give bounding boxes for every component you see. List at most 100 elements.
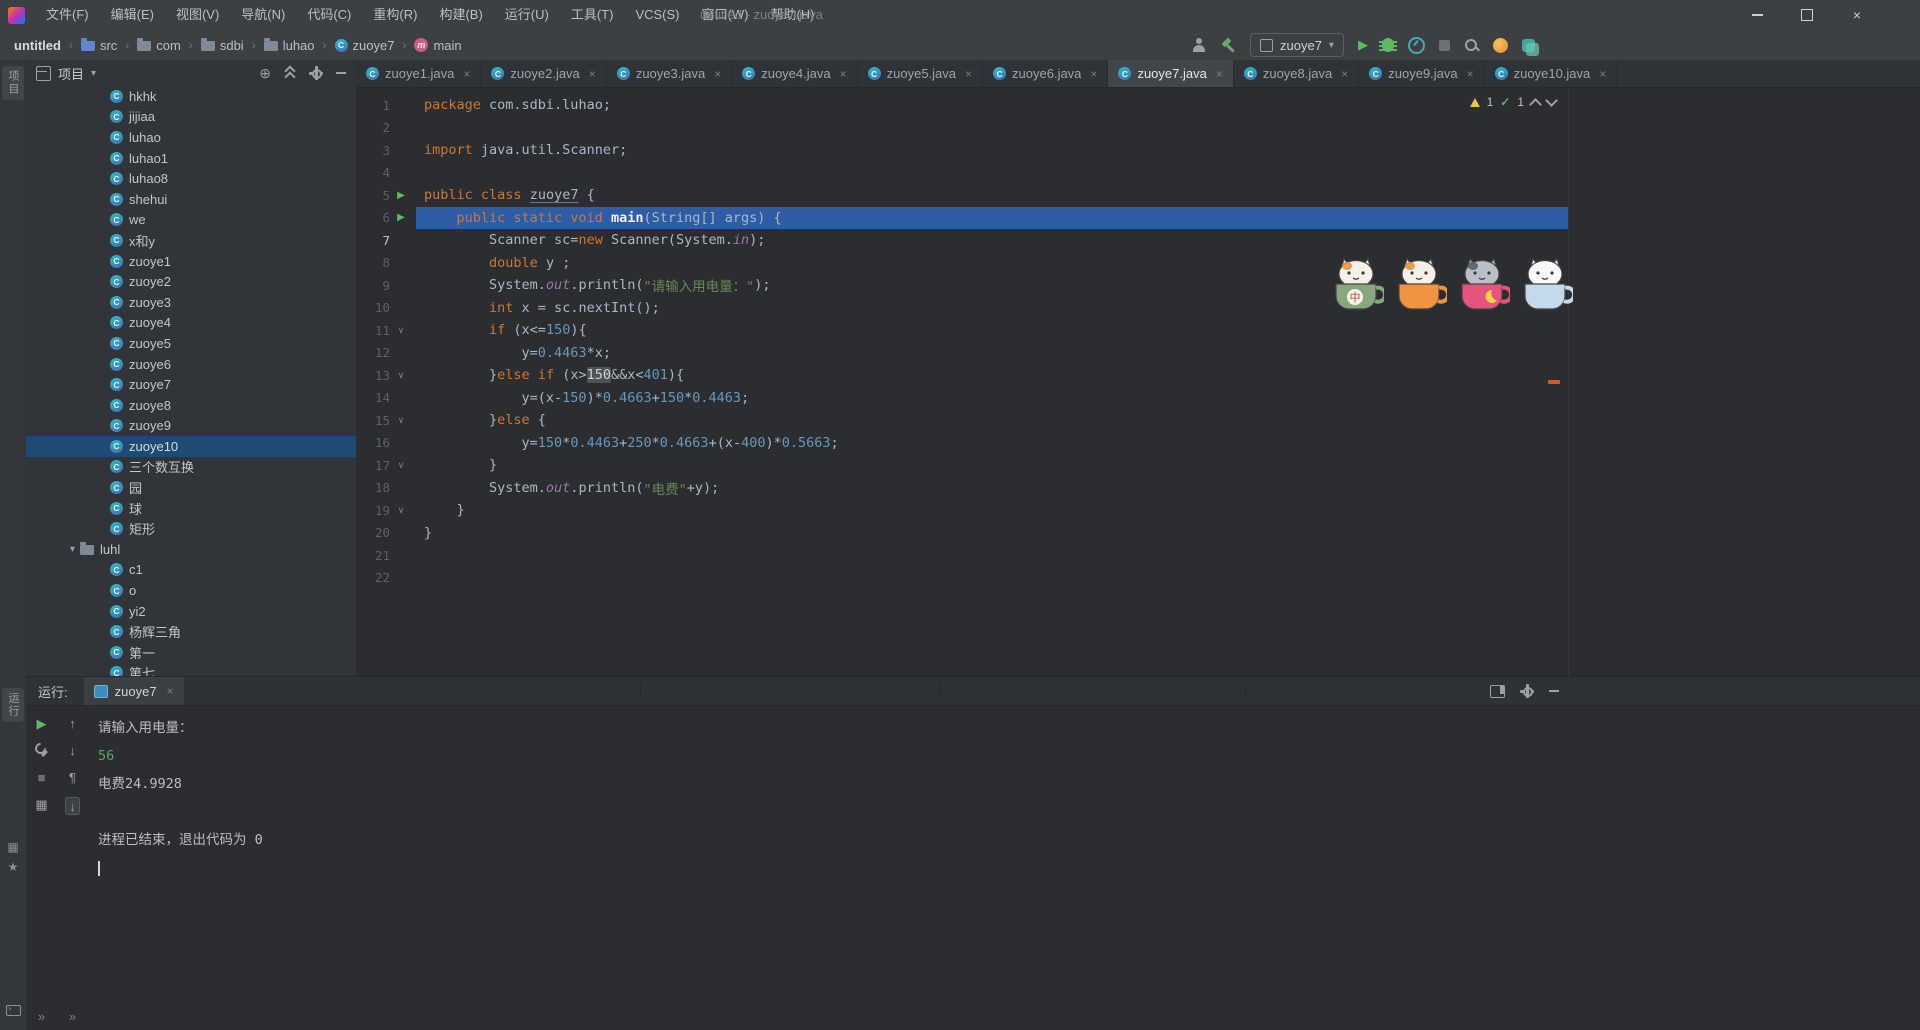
breadcrumb-item-luhao[interactable]: luhao [262, 38, 317, 53]
tree-item-x和y[interactable]: Cx和y [26, 230, 356, 251]
tab-zuoye8.java[interactable]: Czuoye8.java × [1234, 60, 1360, 87]
fold-icon[interactable]: ∨ [390, 460, 412, 471]
menu-item-导航(N)[interactable]: 导航(N) [230, 0, 296, 30]
breadcrumb-item-com[interactable]: com [135, 38, 183, 53]
code-line-13[interactable]: 13 ∨ } else if (x> 150 &&x< 401){ [356, 364, 1568, 387]
soft-wrap-icon[interactable]: ¶ [69, 770, 76, 784]
plugin-icon[interactable] [1521, 38, 1539, 56]
code-line-20[interactable]: 20} [356, 522, 1568, 545]
code-line-11[interactable]: 11 ∨ if (x<= 150){ [356, 319, 1568, 342]
tree-item-第七[interactable]: C 第七 [26, 663, 356, 676]
code-line-16[interactable]: 16 y= 150 * 0.4463 +250 * 0.4663 +(x- 400)* 0.566… [356, 432, 1568, 455]
tab-close-icon[interactable]: × [1090, 67, 1097, 81]
inspection-widget[interactable]: 1 ✓ 1 [1469, 94, 1558, 111]
breadcrumb-item-untitled[interactable]: untitled [12, 38, 63, 53]
favorites-icon[interactable]: ★ [0, 860, 26, 874]
tree-item-zuoye8[interactable]: Czuoye8 [26, 395, 356, 416]
tree-item-zuoye9[interactable]: Czuoye9 [26, 416, 356, 437]
tree-item-zuoye1[interactable]: Czuoye1 [26, 251, 356, 272]
hide-run-panel-icon[interactable] [1549, 690, 1559, 692]
tree-item-zuoye4[interactable]: Czuoye4 [26, 313, 356, 334]
code-line-18[interactable]: 18 System. out .println("电费" +y); [356, 477, 1568, 500]
tree-item-we[interactable]: Cwe [26, 210, 356, 231]
tab-close-icon[interactable]: × [1341, 67, 1348, 81]
code-line-5[interactable]: 5 ▶ public class zuoye7 { [356, 184, 1568, 207]
fold-icon[interactable]: ∨ [390, 325, 412, 336]
console-caret-line[interactable] [98, 854, 1920, 882]
build-tool-icon[interactable]: ▦ [0, 840, 26, 854]
tab-zuoye10.java[interactable]: Czuoye10.java × [1485, 60, 1618, 87]
tab-zuoye6.java[interactable]: Czuoye6.java × [983, 60, 1109, 87]
menu-item-代码(C)[interactable]: 代码(C) [296, 0, 362, 30]
more-actions-right-icon[interactable]: » [69, 1009, 76, 1023]
tab-close-icon[interactable]: × [1599, 67, 1606, 81]
stop-button[interactable] [1438, 39, 1450, 51]
collapse-all-icon[interactable] [284, 67, 296, 79]
prev-problem-icon[interactable] [1529, 97, 1542, 111]
code-line-15[interactable]: 15 ∨ } else { [356, 409, 1568, 432]
tab-close-icon[interactable]: × [1467, 67, 1474, 81]
notification-icon[interactable] [1492, 37, 1508, 53]
next-problem-icon[interactable] [1545, 94, 1558, 107]
sidebar-item-run[interactable]: 运行 [2, 688, 24, 722]
breadcrumb-item-main[interactable]: m main [412, 38, 463, 53]
tab-zuoye2.java[interactable]: Czuoye2.java × [481, 60, 607, 87]
tab-zuoye7.java[interactable]: Czuoye7.java × [1108, 60, 1234, 87]
tree-item-zuoye5[interactable]: Czuoye5 [26, 333, 356, 354]
tree-item-杨辉三角[interactable]: C 杨辉三角 [26, 621, 356, 642]
layout-icon[interactable] [1490, 684, 1505, 698]
run-button[interactable]: ▶ [1358, 37, 1368, 53]
sidebar-item-project[interactable]: 项目 [2, 66, 24, 100]
coverage-button[interactable] [1407, 36, 1425, 54]
maximize-button[interactable] [1782, 0, 1832, 30]
tab-close-icon[interactable]: × [589, 67, 596, 81]
search-icon[interactable] [1464, 38, 1479, 53]
hide-panel-icon[interactable] [336, 72, 346, 74]
project-view-icon[interactable] [36, 65, 51, 81]
prev-occurrence-icon[interactable]: ↑ [69, 716, 76, 730]
menu-item-运行(U)[interactable]: 运行(U) [494, 0, 560, 30]
fold-icon[interactable]: ∨ [390, 505, 412, 516]
tree-item-jijiaa[interactable]: Cjijiaa [26, 107, 356, 128]
chevron-down-icon[interactable]: ▾ [70, 544, 75, 555]
terminal-icon[interactable]: > [6, 1005, 21, 1016]
breadcrumb-item-sdbi[interactable]: sdbi [199, 38, 246, 53]
code-line-17[interactable]: 17 ∨ } [356, 454, 1568, 477]
run-config-selector[interactable]: zuoye7 ▾ [1250, 33, 1344, 57]
tree-item-shehui[interactable]: Cshehui [26, 189, 356, 210]
menu-item-编辑(E)[interactable]: 编辑(E) [100, 0, 165, 30]
scroll-to-end-icon[interactable]: ↓ [65, 797, 80, 815]
tree-item-o[interactable]: Co [26, 580, 356, 601]
minimize-button[interactable] [1732, 0, 1782, 30]
code-line-4[interactable]: 4 [356, 162, 1568, 185]
locate-file-icon[interactable]: ⊕ [259, 66, 271, 80]
code-line-1[interactable]: 1 package com.sdbi.luhao; [356, 94, 1568, 117]
menu-item-VCS(S)[interactable]: VCS(S) [624, 0, 690, 30]
more-actions-left-icon[interactable]: » [38, 1009, 45, 1023]
fold-icon[interactable]: ∨ [390, 370, 412, 381]
breadcrumb-item-src[interactable]: src [79, 38, 119, 53]
tab-zuoye9.java[interactable]: Czuoye9.java × [1359, 60, 1485, 87]
tree-item-zuoye6[interactable]: Czuoye6 [26, 354, 356, 375]
breadcrumb-item-zuoye7[interactable]: Czuoye7 [333, 38, 397, 53]
run-tab[interactable]: zuoye7 × [83, 677, 184, 705]
code-line-7[interactable]: 7 Scanner sc= new Scanner(System. in); [356, 229, 1568, 252]
tab-zuoye1.java[interactable]: Czuoye1.java × [356, 60, 482, 87]
code-line-2[interactable]: 2 [356, 117, 1568, 140]
error-stripe-mark[interactable] [1548, 380, 1560, 384]
debug-button[interactable] [1378, 38, 1397, 52]
tab-close-icon[interactable]: × [840, 67, 847, 81]
menu-item-重构(R)[interactable]: 重构(R) [362, 0, 428, 30]
tree-item-zuoye2[interactable]: Czuoye2 [26, 271, 356, 292]
tree-item-luhl[interactable]: ▾ luhl [26, 539, 356, 560]
tree-item-三个数互换[interactable]: C 三个数互换 [26, 457, 356, 478]
menu-item-构建(B)[interactable]: 构建(B) [428, 0, 493, 30]
code-line-14[interactable]: 14 y=(x- 150)* 0.4663 +150 * 0.4463; [356, 387, 1568, 410]
tab-close-icon[interactable]: × [965, 67, 972, 81]
next-occurrence-icon[interactable]: ↓ [69, 743, 76, 757]
project-view-chevron-icon[interactable]: ▾ [91, 68, 96, 79]
fold-icon[interactable]: ∨ [390, 415, 412, 426]
menu-item-文件(F)[interactable]: 文件(F) [35, 0, 100, 30]
user-icon[interactable] [1192, 38, 1207, 52]
run-settings-gear-icon[interactable] [1520, 684, 1534, 698]
